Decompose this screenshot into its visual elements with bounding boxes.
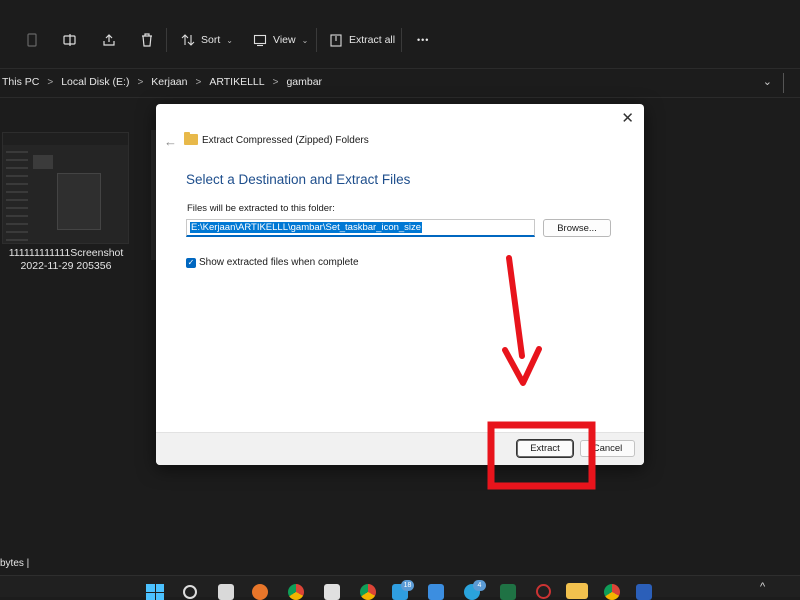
copy-icon[interactable] bbox=[23, 31, 41, 49]
file-name[interactable]: 111111111111Screenshot 2022-11-29 205356 bbox=[0, 247, 132, 273]
destination-path-value: E:\Kerjaan\ARTIKELLL\gambar\Set_taskbar_… bbox=[190, 222, 423, 233]
notification-badge: 4 bbox=[473, 580, 486, 591]
extract-all-button[interactable]: Extract all bbox=[329, 30, 395, 50]
dialog-title: Extract Compressed (Zipped) Folders bbox=[202, 135, 369, 146]
chevron-up-icon[interactable]: ^ bbox=[760, 581, 770, 593]
breadcrumb-item[interactable]: ARTIKELLL bbox=[209, 76, 264, 88]
view-icon bbox=[253, 34, 267, 47]
show-files-label: Show extracted files when complete bbox=[199, 257, 359, 268]
breadcrumb-item[interactable]: Local Disk (E:) bbox=[61, 76, 129, 88]
chevron-down-icon: ⌄ bbox=[301, 35, 309, 45]
breadcrumb-separator: > bbox=[137, 76, 144, 88]
breadcrumb: This PC > Local Disk (E:) > Kerjaan > AR… bbox=[2, 76, 322, 88]
sort-icon bbox=[181, 34, 195, 46]
chrome-icon[interactable] bbox=[360, 584, 376, 600]
share-icon[interactable] bbox=[100, 31, 118, 49]
back-arrow-icon[interactable]: ← bbox=[164, 134, 177, 149]
app-icon[interactable] bbox=[536, 584, 551, 599]
toolbar-divider bbox=[316, 28, 317, 52]
thumbnail-detail bbox=[6, 151, 28, 241]
chevron-down-icon: ⌄ bbox=[226, 35, 233, 45]
view-button[interactable]: View ⌄ bbox=[253, 30, 308, 50]
extract-all-label: Extract all bbox=[349, 34, 396, 46]
recycle-icon[interactable] bbox=[324, 584, 340, 600]
breadcrumb-separator: > bbox=[272, 76, 279, 88]
thumbnail-detail bbox=[33, 155, 53, 169]
word-icon[interactable] bbox=[636, 584, 652, 600]
thumbnail-detail bbox=[3, 133, 128, 145]
firefox-icon[interactable] bbox=[252, 584, 268, 600]
thumbnail-detail bbox=[57, 173, 101, 230]
breadcrumb-separator: > bbox=[195, 76, 202, 88]
show-files-checkbox[interactable]: ✓ bbox=[186, 258, 196, 268]
more-options-button[interactable]: ••• bbox=[417, 30, 429, 50]
destination-label: Files will be extracted to this folder: bbox=[187, 203, 335, 214]
rename-icon[interactable] bbox=[61, 31, 79, 49]
browse-button[interactable]: Browse... bbox=[543, 219, 611, 237]
destination-path-input[interactable]: E:\Kerjaan\ARTIKELLL\gambar\Set_taskbar_… bbox=[186, 219, 535, 237]
address-divider bbox=[783, 73, 784, 93]
sort-button[interactable]: Sort ⌄ bbox=[181, 30, 233, 50]
task-view-icon[interactable] bbox=[218, 584, 234, 600]
cancel-button[interactable]: Cancel bbox=[580, 440, 635, 457]
extract-button[interactable]: Extract bbox=[516, 439, 574, 458]
history-chevron-icon[interactable]: ⌄ bbox=[763, 75, 772, 88]
search-icon[interactable] bbox=[183, 585, 197, 599]
toolbar-divider bbox=[166, 28, 167, 52]
notepad-icon[interactable] bbox=[428, 584, 444, 600]
trash-icon[interactable] bbox=[138, 31, 156, 49]
file-thumbnail[interactable] bbox=[2, 132, 129, 244]
explorer-toolbar: Sort ⌄ View ⌄ Extract all ••• bbox=[0, 0, 800, 69]
status-bar: bytes | bbox=[0, 558, 30, 569]
file-name-line: 111111111111Screenshot bbox=[8, 247, 124, 259]
breadcrumb-separator: > bbox=[47, 76, 54, 88]
zip-folder-icon bbox=[184, 132, 198, 145]
sort-label: Sort bbox=[201, 34, 221, 46]
dialog-heading: Select a Destination and Extract Files bbox=[186, 172, 411, 187]
excel-icon[interactable] bbox=[500, 584, 516, 600]
extract-dialog: ← ✕ Extract Compressed (Zipped) Folders … bbox=[156, 104, 644, 465]
dialog-footer: Extract Cancel bbox=[156, 432, 644, 465]
breadcrumb-item[interactable]: Kerjaan bbox=[151, 76, 187, 88]
breadcrumb-item[interactable]: This PC bbox=[2, 76, 39, 88]
file-name-line: 2022-11-29 205356 bbox=[20, 260, 112, 272]
taskbar: 18 4 ^ bbox=[0, 575, 800, 600]
chrome-icon[interactable] bbox=[604, 584, 620, 600]
view-label: View bbox=[273, 34, 296, 46]
more-icon: ••• bbox=[417, 35, 430, 45]
file-explorer-icon[interactable] bbox=[566, 583, 588, 599]
chrome-icon[interactable] bbox=[288, 584, 304, 600]
windows-start-icon[interactable] bbox=[146, 584, 164, 600]
extract-icon bbox=[330, 34, 342, 47]
address-bar[interactable]: This PC > Local Disk (E:) > Kerjaan > AR… bbox=[0, 69, 800, 98]
notification-badge: 18 bbox=[401, 580, 414, 591]
toolbar-divider bbox=[401, 28, 402, 52]
breadcrumb-item[interactable]: gambar bbox=[286, 76, 322, 88]
close-icon[interactable]: ✕ bbox=[621, 109, 634, 127]
